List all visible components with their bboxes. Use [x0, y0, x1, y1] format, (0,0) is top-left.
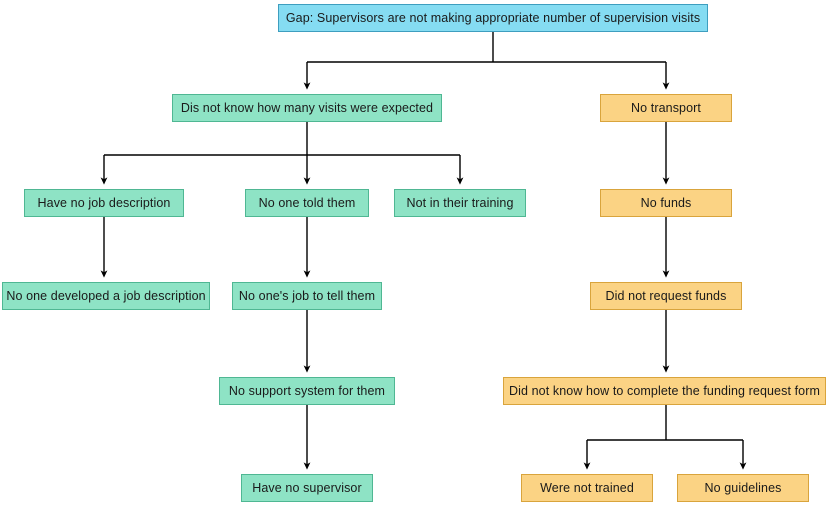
node-no-one-developed-a-job-description[interactable]: No one developed a job description: [2, 282, 210, 310]
node-were-not-trained[interactable]: Were not trained: [521, 474, 653, 502]
node-were-not-trained-label: Were not trained: [540, 480, 634, 495]
node-did-not-know-how-to-complete-the-funding-request-form[interactable]: Did not know how to complete the funding…: [503, 377, 826, 405]
node-no-ones-job-to-tell-them-label: No one's job to tell them: [238, 288, 376, 303]
node-no-transport[interactable]: No transport: [600, 94, 732, 122]
node-no-ones-job-to-tell-them[interactable]: No one's job to tell them: [232, 282, 382, 310]
node-have-no-supervisor[interactable]: Have no supervisor: [241, 474, 373, 502]
node-no-support-system-for-them[interactable]: No support system for them: [219, 377, 395, 405]
node-no-one-developed-a-job-description-label: No one developed a job description: [6, 288, 206, 303]
node-dis-not-know-label: Dis not know how many visits were expect…: [180, 100, 434, 115]
node-did-not-request-funds-label: Did not request funds: [605, 288, 727, 303]
node-no-one-told-them[interactable]: No one told them: [245, 189, 369, 217]
node-have-no-supervisor-label: Have no supervisor: [252, 480, 362, 495]
node-dis-not-know[interactable]: Dis not know how many visits were expect…: [172, 94, 442, 122]
node-did-not-request-funds[interactable]: Did not request funds: [590, 282, 742, 310]
node-have-no-job-description-label: Have no job description: [37, 195, 171, 210]
node-not-in-their-training-label: Not in their training: [406, 195, 514, 210]
node-no-guidelines[interactable]: No guidelines: [677, 474, 809, 502]
flowchart-canvas: Gap: Supervisors are not making appropri…: [0, 0, 826, 505]
node-gap[interactable]: Gap: Supervisors are not making appropri…: [278, 4, 708, 32]
node-no-funds[interactable]: No funds: [600, 189, 732, 217]
node-have-no-job-description[interactable]: Have no job description: [24, 189, 184, 217]
node-no-transport-label: No transport: [631, 100, 701, 115]
node-did-not-know-how-to-complete-the-funding-request-form-label: Did not know how to complete the funding…: [508, 383, 821, 398]
node-no-one-told-them-label: No one told them: [258, 195, 356, 210]
node-no-guidelines-label: No guidelines: [704, 480, 782, 495]
node-no-funds-label: No funds: [640, 195, 692, 210]
node-no-support-system-for-them-label: No support system for them: [228, 383, 386, 398]
connector-layer: [100, 32, 747, 470]
node-not-in-their-training[interactable]: Not in their training: [394, 189, 526, 217]
node-gap-label: Gap: Supervisors are not making appropri…: [285, 10, 701, 25]
